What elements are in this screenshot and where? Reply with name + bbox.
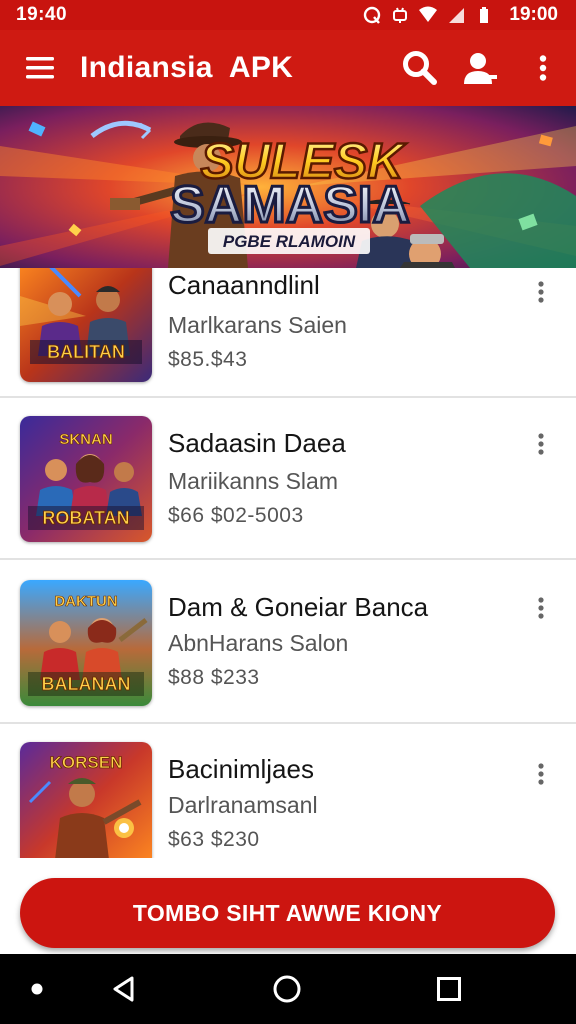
app-subtitle: Darlranamsanl [168, 792, 318, 818]
menu-button[interactable] [0, 30, 80, 106]
list-item[interactable]: BALITAN Canaanndlinl Marlkarans Saien $8… [0, 268, 576, 398]
app-subtitle: Marlkarans Saien [168, 312, 347, 338]
app-price: $85.$43 [168, 348, 248, 371]
signal-icon [449, 8, 465, 23]
app-title: Bacinimljaes [168, 754, 314, 784]
more-vert-icon [539, 55, 547, 81]
status-time: 19:40 [16, 4, 68, 25]
app-price: $63 $230 [168, 828, 260, 851]
more-options-button[interactable] [526, 754, 556, 794]
cta-button[interactable]: TOMBO SIHT AWWE KIONY [20, 878, 555, 948]
system-nav-bar [0, 954, 576, 1024]
more-options-button[interactable] [510, 30, 576, 106]
search-icon [403, 51, 437, 85]
more-options-button[interactable] [526, 272, 556, 312]
app-thumbnail: BALITAN [20, 268, 152, 382]
home-icon[interactable] [272, 974, 302, 1004]
banner-headline-2: SAMASIA [170, 176, 410, 234]
list-item[interactable]: SKNAN ROBATAN Sadaasin Daea Mariikanns S… [0, 398, 576, 560]
status-clock: 19:00 [509, 4, 558, 25]
app-thumbnail-caption: BALANAN [42, 674, 131, 694]
more-vert-icon [538, 433, 544, 455]
more-options-button[interactable] [526, 588, 556, 628]
app-thumbnail-caption: ROBATAN [42, 508, 129, 528]
q-notification-icon [364, 6, 381, 24]
menu-icon [26, 57, 54, 79]
app-subtitle: AbnHarans Salon [168, 630, 349, 656]
app-list: BALITAN Canaanndlinl Marlkarans Saien $8… [0, 268, 576, 858]
app-bar: Indiansia APK [0, 30, 576, 106]
account-button[interactable] [450, 30, 510, 106]
app-title: Sadaasin Daea [168, 428, 346, 458]
status-icons: 19:00 [363, 4, 558, 26]
app-thumbnail: KORSEN [20, 742, 152, 858]
app-thumbnail: DAKTUN BALANAN [20, 580, 152, 706]
search-button[interactable] [390, 30, 450, 106]
app-title: Indiansia APK [80, 51, 294, 84]
account-icon [464, 53, 497, 84]
app-thumbnail-caption: BALITAN [47, 342, 125, 362]
wifi-icon [419, 6, 438, 22]
banner-artwork: SULESK SAMASIA PGBE RLAMOIN [0, 106, 576, 268]
more-options-button[interactable] [526, 424, 556, 464]
app-price: $66 $02-5003 [168, 504, 304, 527]
featured-banner[interactable]: SULESK SAMASIA PGBE RLAMOIN [0, 106, 576, 268]
back-icon[interactable] [110, 975, 138, 1003]
app-title: Canaanndlinl [168, 270, 320, 300]
more-vert-icon [538, 281, 544, 303]
list-item[interactable]: KORSEN Bacinimljaes Darlranamsanl $63 $2… [0, 726, 576, 858]
app-price: $88 $233 [168, 666, 260, 689]
status-bar: 19:40 19:00 [0, 0, 576, 30]
recents-icon[interactable] [436, 976, 462, 1002]
more-vert-icon [538, 597, 544, 619]
app-subtitle: Mariikanns Slam [168, 468, 338, 494]
list-item[interactable]: DAKTUN BALANAN Dam & Goneiar Banca AbnHa… [0, 562, 576, 724]
svg-text:SKNAN: SKNAN [59, 431, 112, 448]
robot-notification-icon [393, 7, 408, 23]
svg-text:DAKTUN: DAKTUN [54, 593, 117, 610]
more-vert-icon [538, 763, 544, 785]
battery-icon [480, 7, 489, 23]
app-title: Dam & Goneiar Banca [168, 592, 429, 622]
dot-icon[interactable] [30, 982, 44, 996]
banner-tagline: PGBE RLAMOIN [223, 232, 356, 251]
app-thumbnail: SKNAN ROBATAN [20, 416, 152, 542]
app-thumbnail-caption: KORSEN [50, 753, 123, 772]
